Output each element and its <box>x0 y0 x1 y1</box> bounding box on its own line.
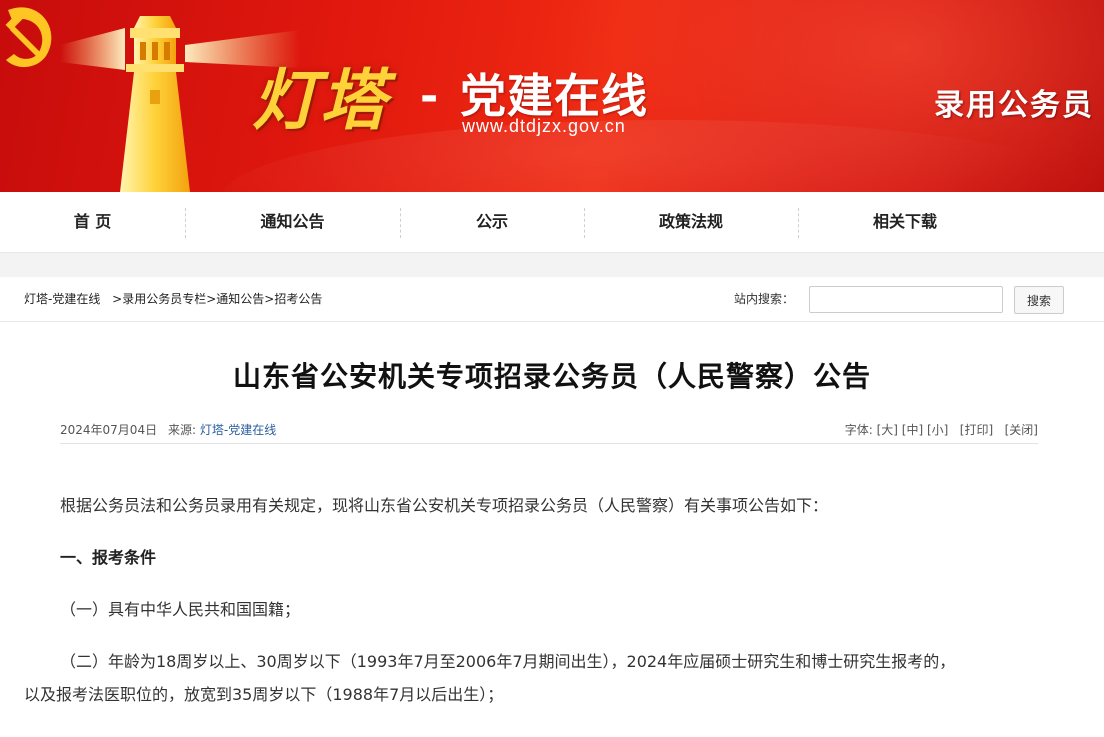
site-banner: 灯塔 - 党建在线 www.dtdjzx.gov.cn 录用公务员 <box>0 0 1104 192</box>
logo-dash: - <box>420 71 439 122</box>
nav-item-publicity[interactable]: 公示 <box>400 192 584 252</box>
font-size-label: 字体: <box>844 423 873 437</box>
search-label: 站内搜索： <box>734 292 795 306</box>
article-source: 来源: 灯塔-党建在线 <box>168 421 276 438</box>
breadcrumb: 灯塔-党建在线 >录用公务员专栏>通知公告>招考公告 <box>24 277 322 321</box>
paragraph-item-2-line-1: （二）年龄为18周岁以上、30周岁以下（1993年7月至2006年7月期间出生）… <box>60 652 956 671</box>
breadcrumb-bar: 灯塔-党建在线 >录用公务员专栏>通知公告>招考公告 站内搜索： 搜索 <box>0 277 1104 322</box>
site-logo-text: 灯塔 <box>252 61 388 139</box>
font-small-button[interactable]: [小] <box>927 423 948 437</box>
nav-item-policies[interactable]: 政策法规 <box>584 192 798 252</box>
nav-item-home[interactable]: 首 页 <box>0 192 185 252</box>
paragraph-intro: 根据公务员法和公务员录用有关规定，现将山东省公安机关专项招录公务员（人民警察）有… <box>60 496 829 515</box>
nav-item-notices[interactable]: 通知公告 <box>185 192 400 252</box>
breadcrumb-notices[interactable]: >通知公告 <box>206 292 264 306</box>
breadcrumb-home[interactable]: 灯塔-党建在线 <box>24 292 100 306</box>
breadcrumb-recruitment[interactable]: >招考公告 <box>264 292 322 306</box>
nav-item-downloads[interactable]: 相关下载 <box>798 192 1012 252</box>
paragraph-item-1: （一）具有中华人民共和国国籍； <box>60 600 301 619</box>
section-heading-1: 一、报考条件 <box>60 548 157 567</box>
site-url: www.dtdjzx.gov.cn <box>462 116 626 136</box>
article-panel: 灯塔-党建在线 >录用公务员专栏>通知公告>招考公告 站内搜索： 搜索 山东省公… <box>0 277 1104 737</box>
publish-date: 2024年07月04日 <box>60 423 158 437</box>
search-input[interactable] <box>809 286 1003 313</box>
search-button[interactable]: 搜索 <box>1014 286 1064 314</box>
print-button[interactable]: [打印] <box>960 423 993 437</box>
article-tools: 字体: [大] [中] [小] [打印] [关闭] <box>845 421 1038 438</box>
hammer-sickle-icon <box>5 7 52 68</box>
section-title: 录用公务员 <box>934 88 1094 123</box>
font-medium-button[interactable]: [中] <box>902 423 923 437</box>
close-button[interactable]: [关闭] <box>1005 423 1038 437</box>
font-large-button[interactable]: [大] <box>877 423 898 437</box>
article-title: 山东省公安机关专项招录公务员（人民警察）公告 <box>232 360 871 393</box>
breadcrumb-column[interactable]: >录用公务员专栏 <box>112 292 206 306</box>
paragraph-item-2-line-2: 以及报考法医职位的，放宽到35周岁以下（1988年7月以后出生）； <box>24 685 504 704</box>
main-nav: 首 页 通知公告 公示 政策法规 相关下载 <box>0 192 1104 253</box>
article-meta: 2024年07月04日 来源: 灯塔-党建在线 字体: [大] [中] [小] … <box>60 413 1038 444</box>
source-label: 来源: <box>168 423 197 437</box>
source-link[interactable]: 灯塔-党建在线 <box>200 423 276 437</box>
